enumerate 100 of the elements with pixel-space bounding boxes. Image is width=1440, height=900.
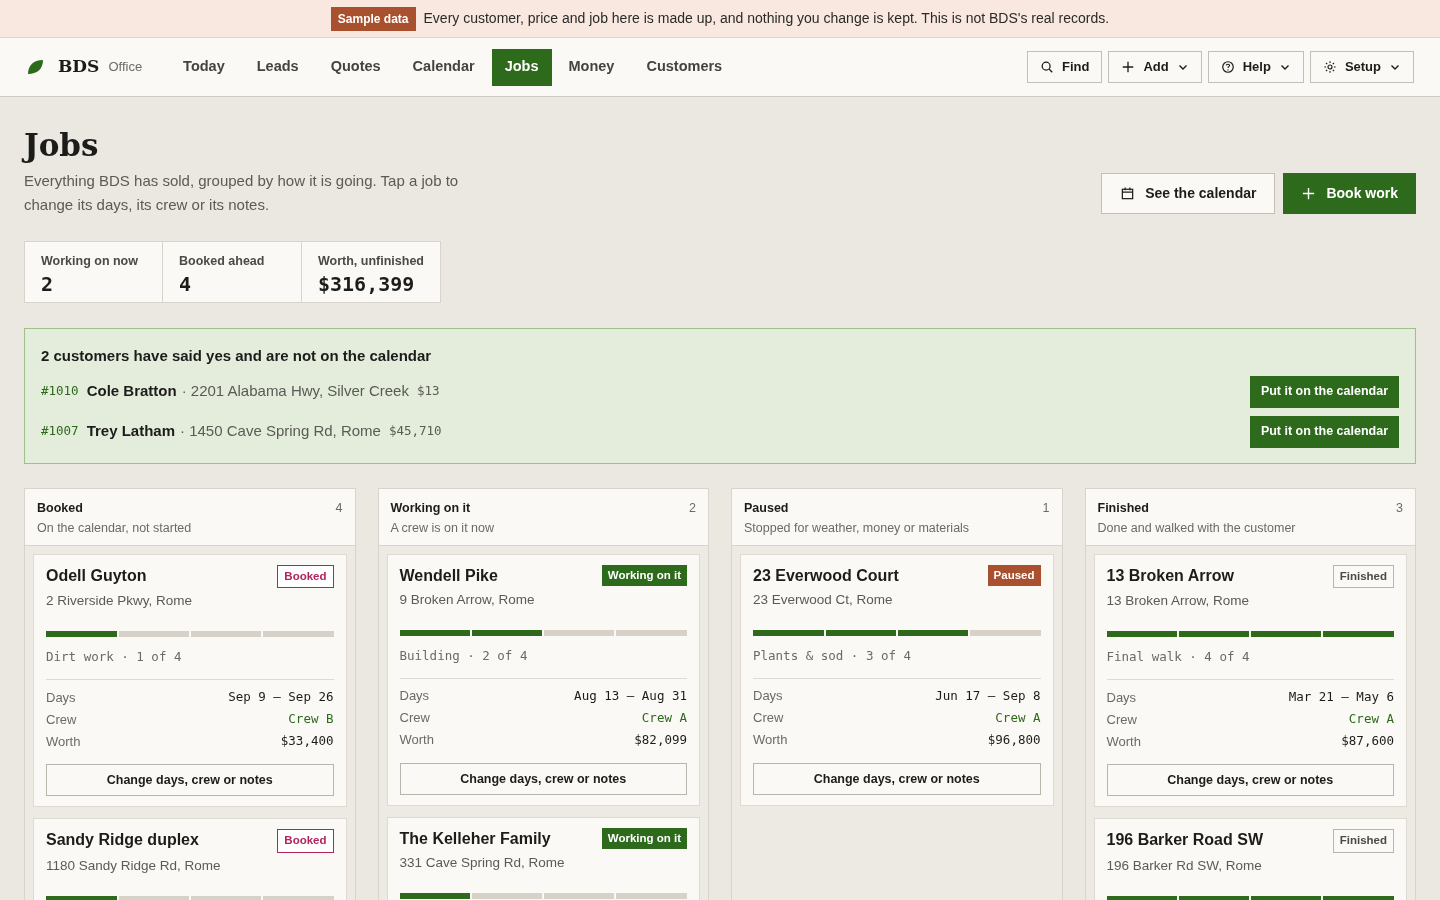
job-card[interactable]: 196 Barker Road SW Finished 196 Barker Rd SW, Rome (1093, 818, 1407, 900)
plus-icon (1301, 186, 1317, 201)
detail-value: Sep 9 – Sep 26 (228, 687, 334, 706)
job-title: Wendell Pike (399, 566, 498, 586)
job-stage: Dirt work · 1 of 4 (46, 649, 334, 681)
nav-tab[interactable]: Jobs (491, 48, 552, 86)
brand-name: BDS (58, 55, 100, 79)
job-address: 196 Barker Rd SW, Rome (1106, 856, 1263, 875)
detail-value: Crew A (641, 708, 687, 727)
change-job-button[interactable]: Change days, crew or notes (399, 763, 687, 795)
job-card[interactable]: Sandy Ridge duplex Booked 1180 Sandy Ridge Rd, Rome (33, 818, 347, 900)
job-title: 23 Everwood Court (753, 566, 899, 586)
gear-icon (1322, 60, 1337, 74)
customer-address: · 2201 Alabama Hwy, Silver Creek (181, 381, 409, 402)
page-intro: Everything BDS has sold, grouped by how it is going. Tap a job to change its days, its crew or its notes. (24, 171, 460, 215)
column-subtitle: On the calendar, not started (37, 520, 192, 538)
detail-label: Worth (46, 732, 81, 751)
change-job-button[interactable]: Change days, crew or notes (753, 763, 1041, 795)
detail-label: Crew (753, 709, 784, 728)
job-card[interactable]: 13 Broken Arrow Finished 13 Broken Arrow, Rome Final walk · 4 of 4 Days Mar 21 – May 6 Crew Crew A Worth $87,600 Change days, crew or notes (1093, 554, 1407, 808)
detail-label: Days (1106, 688, 1137, 707)
stat-value: $316,399 (318, 270, 416, 297)
book-work-button[interactable]: Book work (1283, 173, 1416, 214)
customer-name: Cole Bratton (86, 381, 177, 402)
job-title: Sandy Ridge duplex (46, 830, 199, 851)
brand-subtitle: Office (108, 58, 143, 77)
status-badge: Booked (277, 565, 334, 589)
detail-value: Aug 13 – Aug 31 (574, 686, 687, 705)
detail-label: Days (399, 687, 430, 706)
job-address: 1180 Sandy Ridge Rd, Rome (46, 856, 222, 875)
detail-label: Days (753, 687, 783, 706)
job-address: 331 Cave Spring Rd, Rome (399, 854, 566, 872)
nav-tab[interactable]: Today (168, 48, 240, 86)
job-address: 13 Broken Arrow, Rome (1106, 592, 1251, 611)
detail-value: $82,099 (634, 730, 687, 749)
toolbar-button[interactable]: Find (1027, 51, 1103, 83)
detail-label: Worth (1106, 732, 1141, 751)
calendar-icon (1120, 186, 1136, 201)
detail-label: Worth (753, 731, 788, 750)
job-card[interactable]: The Kelleher Family Working on it 331 Cave Spring Rd, Rome (386, 817, 700, 900)
nav-tab[interactable]: Leads (241, 48, 314, 86)
job-number: #1010 (41, 382, 79, 401)
status-badge: Finished (1332, 565, 1394, 589)
column-count: 1 (1042, 499, 1050, 517)
quote-amount: $45,710 (388, 422, 442, 441)
job-stage: Final walk · 4 of 4 (1106, 649, 1394, 681)
customer-address: · 1450 Cave Spring Rd, Rome (180, 421, 381, 442)
job-address: 2 Riverside Pkwy, Rome (46, 592, 194, 611)
status-badge: Working on it (601, 565, 687, 587)
detail-value: Crew A (1348, 709, 1394, 728)
detail-label: Worth (399, 731, 434, 750)
stat-value: 4 (179, 270, 193, 297)
detail-value: Jun 17 – Sep 8 (935, 686, 1041, 705)
detail-value: Crew A (995, 708, 1041, 727)
column-subtitle: A crew is on it now (390, 520, 494, 538)
detail-label: Days (46, 688, 76, 707)
job-number: #1007 (41, 422, 79, 441)
detail-value: $33,400 (280, 731, 334, 750)
stat-label: Working on now (41, 253, 139, 270)
nav-tab[interactable]: Money (553, 48, 630, 86)
toolbar-button[interactable]: Help (1207, 51, 1304, 83)
detail-label: Crew (1106, 710, 1137, 729)
schedule-button[interactable]: Put it on the calendar (1249, 375, 1399, 408)
detail-value: $87,600 (1341, 731, 1394, 750)
status-badge: Paused (987, 565, 1041, 587)
job-card[interactable]: 23 Everwood Court Paused 23 Everwood Ct, Rome Plants & sod · 3 of 4 Days Jun 17 – Sep 8 Crew Crew A Worth $96,800 Change days, crew or notes (740, 554, 1054, 806)
leaf-icon (26, 58, 44, 76)
detail-label: Crew (399, 709, 430, 728)
job-title: 196 Barker Road SW (1106, 830, 1263, 851)
column-title: Working on it (390, 499, 472, 517)
change-job-button[interactable]: Change days, crew or notes (1106, 764, 1394, 797)
stat-label: Worth, unfinished (318, 253, 424, 270)
job-card[interactable]: Wendell Pike Working on it 9 Broken Arrow, Rome Building · 2 of 4 Days Aug 13 – Aug 31 Crew Crew A Worth $82,099 Change days, crew or notes (386, 554, 700, 806)
nav-tab[interactable]: Quotes (315, 48, 396, 86)
stat-label: Booked ahead (179, 253, 266, 270)
search-icon (1040, 60, 1054, 74)
help-icon (1220, 60, 1235, 74)
detail-label: Crew (46, 710, 77, 729)
job-title: 13 Broken Arrow (1106, 566, 1234, 586)
toolbar-button[interactable]: Setup (1309, 51, 1414, 83)
job-title: Odell Guyton (46, 566, 147, 586)
sample-data-badge: Sample data (330, 6, 416, 31)
detail-value: Mar 21 – May 6 (1288, 687, 1394, 706)
schedule-button[interactable]: Put it on the calendar (1249, 415, 1399, 448)
stat-value: 2 (41, 270, 55, 297)
job-card[interactable]: Odell Guyton Booked 2 Riverside Pkwy, Rome Dirt work · 1 of 4 Days Sep 9 – Sep 26 Crew Crew B Worth $33,400 Change days, crew or notes (33, 554, 347, 808)
detail-value: Crew B (288, 709, 334, 728)
nav-tab[interactable]: Calendar (397, 48, 490, 86)
column-title: Paused (744, 499, 790, 517)
job-title: The Kelleher Family (399, 829, 551, 849)
column-count: 3 (1396, 499, 1403, 517)
toolbar-button[interactable]: Add (1108, 51, 1202, 83)
calendar-button[interactable]: See the calendar (1101, 173, 1276, 214)
column-subtitle: Stopped for weather, money or materials (744, 520, 970, 538)
nav-tab[interactable]: Customers (631, 48, 738, 86)
customer-name: Trey Latham (86, 421, 175, 442)
column-title: Booked (37, 499, 84, 517)
job-address: 23 Everwood Ct, Rome (753, 591, 894, 609)
change-job-button[interactable]: Change days, crew or notes (46, 764, 334, 797)
column-count: 2 (689, 499, 696, 517)
